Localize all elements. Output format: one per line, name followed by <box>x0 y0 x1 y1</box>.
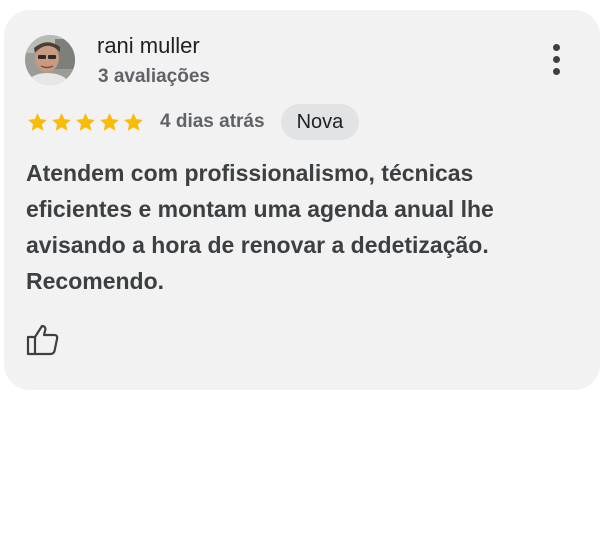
review-text: Atendem com profissionalismo, técnicas e… <box>26 160 494 294</box>
star-icon <box>52 112 71 131</box>
star-icon <box>100 112 119 131</box>
star-icon <box>28 112 47 131</box>
thumbs-up-icon <box>26 324 59 356</box>
review-card: rani muller 3 avaliações 4 dias atrás No… <box>4 10 600 390</box>
new-badge: Nova <box>280 104 360 140</box>
like-button[interactable] <box>24 321 62 359</box>
more-options-button[interactable] <box>542 42 572 78</box>
reviewer-name[interactable]: rani muller <box>97 32 200 60</box>
review-date: 4 dias atrás <box>160 111 265 132</box>
star-rating <box>26 111 145 134</box>
avatar[interactable] <box>25 35 75 85</box>
star-icon <box>76 112 95 131</box>
rating-row: 4 dias atrás Nova <box>26 104 360 140</box>
reviewer-review-count: 3 avaliações <box>98 66 210 87</box>
star-icon <box>124 112 143 131</box>
